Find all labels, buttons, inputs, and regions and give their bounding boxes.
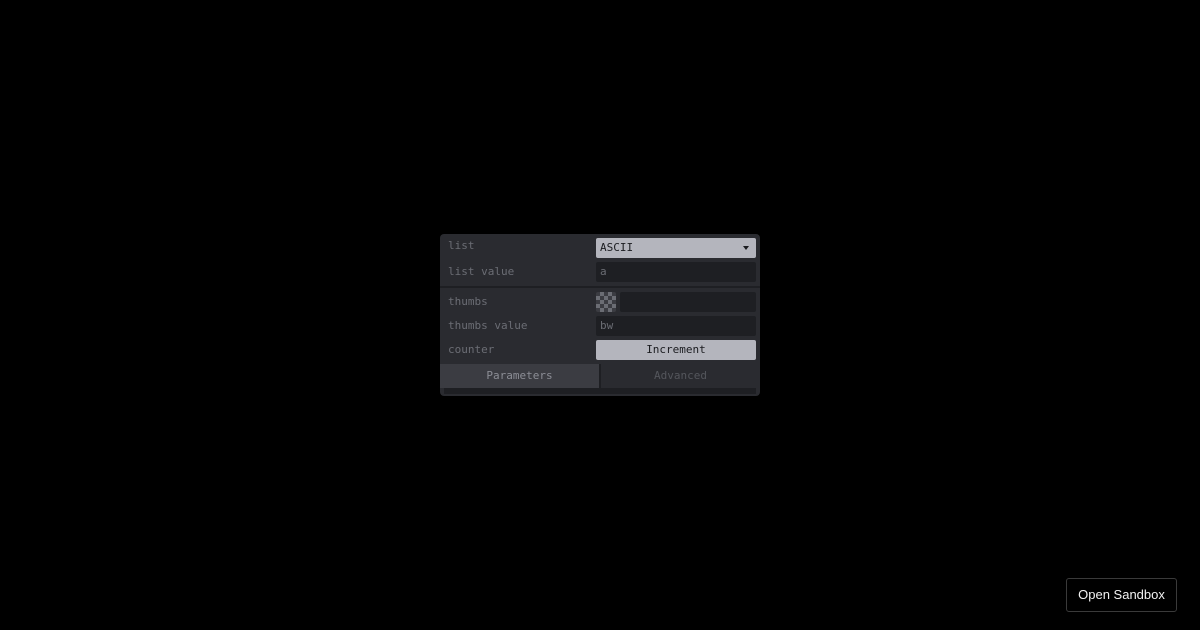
open-sandbox-button[interactable]: Open Sandbox (1066, 578, 1177, 612)
list-value-label: list value (448, 265, 515, 278)
panel-footer-strip (444, 388, 756, 394)
thumbs-value-label: thumbs value (448, 319, 528, 332)
controls-panel: list ASCII list value a thumbs thumbs va… (440, 234, 760, 396)
list-label: list (448, 239, 475, 252)
list-value-row: list value a (440, 260, 760, 284)
list-selected-value: ASCII (600, 241, 634, 254)
increment-button[interactable]: Increment (596, 340, 756, 360)
tab-bar: Parameters Advanced (440, 364, 760, 388)
tab-advanced[interactable]: Advanced (601, 364, 760, 388)
list-value-field: a (596, 262, 756, 282)
counter-label: counter (448, 343, 495, 356)
checkerboard-thumbnail-icon[interactable] (596, 292, 616, 312)
thumbs-value-row: thumbs value bw (440, 314, 760, 338)
thumbs-field[interactable] (620, 292, 756, 312)
thumbs-label: thumbs (448, 295, 488, 308)
list-row: list ASCII (440, 234, 760, 258)
tab-parameters[interactable]: Parameters (440, 364, 599, 388)
list-select[interactable]: ASCII (596, 238, 756, 258)
thumbs-value-field: bw (596, 316, 756, 336)
chevron-down-icon (743, 246, 749, 250)
section-divider (440, 286, 760, 288)
counter-row: counter Increment (440, 338, 760, 362)
